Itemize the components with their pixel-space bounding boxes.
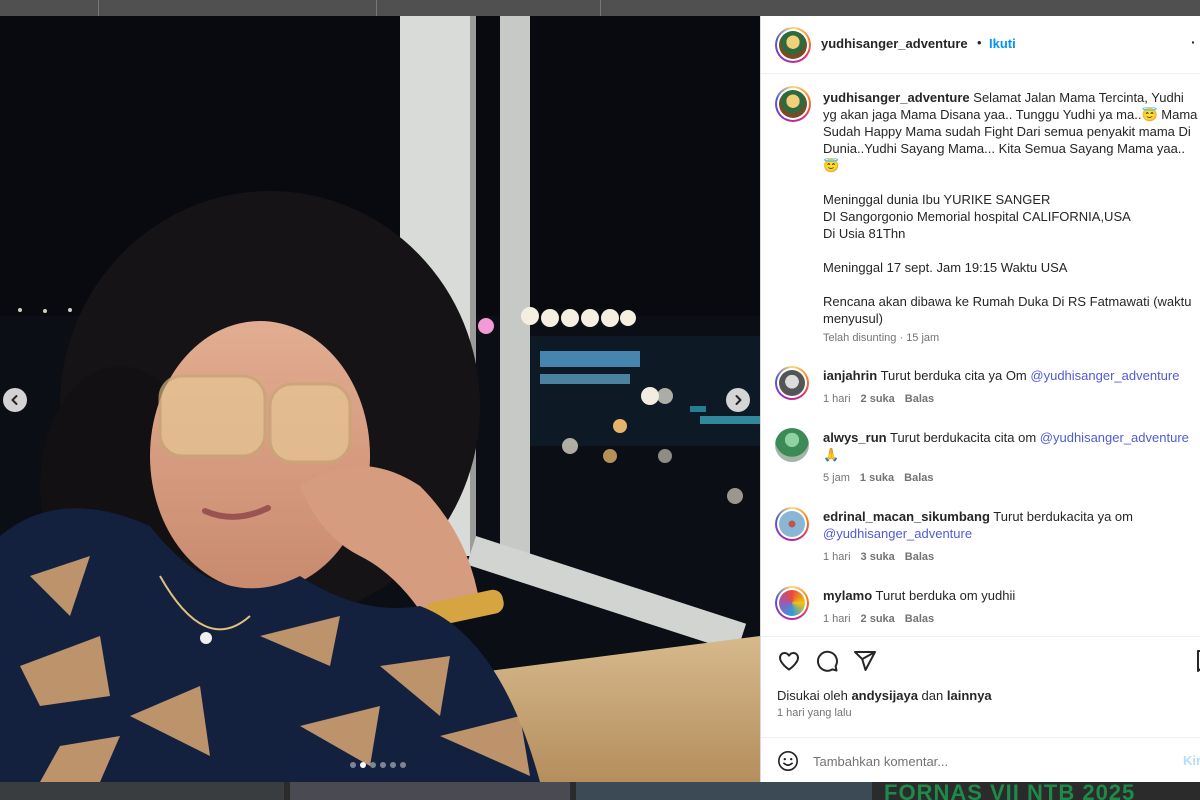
comment-avatar[interactable] [775, 366, 809, 400]
comment-reply-button[interactable]: Balas [905, 613, 934, 625]
caption-username[interactable]: yudhisanger_adventure [823, 90, 970, 105]
carousel-dot [390, 762, 396, 768]
background-banner-text: FORNAS VII NTB 2025 [884, 782, 1136, 800]
post-caption: yudhisanger_adventure Selamat Jalan Mama… [823, 89, 1199, 327]
more-options-button[interactable]: · [1191, 34, 1196, 50]
comment-reply-button[interactable]: Balas [904, 472, 933, 484]
header-separator: • [977, 35, 982, 50]
likes-user[interactable]: andysijaya [851, 688, 918, 703]
comment-mention[interactable]: @yudhisanger_adventure [823, 526, 972, 541]
likes-others[interactable]: lainnya [947, 688, 992, 703]
comment-likes[interactable]: 2 suka [861, 613, 895, 625]
chevron-left-icon [11, 395, 18, 405]
posted-time: 1 hari yang lalu [777, 707, 852, 719]
caption-time: 15 jam [906, 332, 940, 344]
comment-likes[interactable]: 3 suka [861, 551, 895, 563]
comment-reply-button[interactable]: Balas [905, 393, 934, 405]
caption-avatar[interactable] [775, 86, 811, 122]
likes-prefix: Disukai oleh [777, 688, 852, 703]
comment-text: Turut berduka cita ya Om [880, 368, 1031, 383]
heart-icon[interactable] [777, 649, 801, 673]
comment-username[interactable]: ianjahrin [823, 368, 877, 383]
carousel-prev-button[interactable] [3, 388, 27, 412]
comment-mention[interactable]: @yudhisanger_adventure [1030, 368, 1179, 383]
comment-time: 1 hari [823, 393, 851, 405]
comment-text: Turut berduka om yudhii [875, 588, 1016, 603]
carousel-dot [370, 762, 376, 768]
follow-button[interactable]: Ikuti [989, 36, 1016, 51]
edited-label: Telah disunting [823, 332, 897, 344]
comment-reply-button[interactable]: Balas [905, 551, 934, 563]
add-comment-bar: Kirim [761, 737, 1200, 783]
post-photo[interactable] [0, 16, 760, 782]
likes-middle: dan [917, 688, 947, 703]
comment-time: 1 hari [823, 551, 851, 563]
likes-summary: Disukai oleh andysijaya dan lainnya [777, 688, 992, 703]
caption-text-3: Meninggal 17 sept. Jam 19:15 Waktu USA [823, 260, 1068, 275]
share-icon[interactable] [853, 649, 877, 673]
comment-username[interactable]: edrinal_macan_sikumbang [823, 509, 990, 524]
comment-likes[interactable]: 2 suka [861, 393, 895, 405]
caption-text-4: Rencana akan dibawa ke Rumah Duka Di RS … [823, 294, 1196, 326]
comment-likes[interactable]: 1 suka [860, 472, 894, 484]
meta-dot: · [899, 332, 904, 344]
post-side-panel: yudhisanger_adventure • Ikuti · yudhisan… [760, 16, 1200, 782]
comment-icon[interactable] [815, 649, 839, 673]
comment-username[interactable]: mylamo [823, 588, 872, 603]
comment-avatar[interactable] [775, 507, 809, 541]
comment-username[interactable]: alwys_run [823, 430, 887, 445]
comment-input[interactable] [813, 751, 1113, 771]
author-avatar[interactable] [775, 27, 811, 63]
bookmark-icon[interactable] [1195, 649, 1200, 673]
comment-text: Turut berdukacita ya om [993, 509, 1133, 524]
chevron-right-icon [735, 395, 742, 405]
caption-meta: Telah disunting · 15 jam [823, 332, 939, 344]
comment-suffix: 🙏 [823, 447, 840, 462]
carousel-indicator [350, 762, 406, 768]
carousel-dot [360, 762, 366, 768]
comment-time: 1 hari [823, 613, 851, 625]
background-strip-bottom: FORNAS VII NTB 2025 [0, 782, 1200, 800]
post-header: yudhisanger_adventure • Ikuti · [761, 16, 1200, 74]
carousel-next-button[interactable] [726, 388, 750, 412]
post-actions: Disukai oleh andysijaya dan lainnya 1 ha… [761, 636, 1200, 782]
comment-avatar[interactable] [775, 586, 809, 620]
carousel-dot [350, 762, 356, 768]
caption-text-2: Meninggal dunia Ibu YURIKE SANGER DI San… [823, 192, 1131, 241]
author-username[interactable]: yudhisanger_adventure [821, 36, 968, 51]
comment-time: 5 jam [823, 472, 850, 484]
photo-illustration [0, 16, 760, 782]
post-comment-button[interactable]: Kirim [1183, 753, 1200, 768]
emoji-icon[interactable] [777, 750, 799, 772]
carousel-dot [380, 762, 386, 768]
background-strip-top [0, 0, 1200, 16]
comment-text: Turut berdukacita cita om [889, 430, 1040, 445]
comment-avatar[interactable] [775, 428, 809, 462]
comment-mention[interactable]: @yudhisanger_adventure [1040, 430, 1189, 445]
carousel-dot [400, 762, 406, 768]
